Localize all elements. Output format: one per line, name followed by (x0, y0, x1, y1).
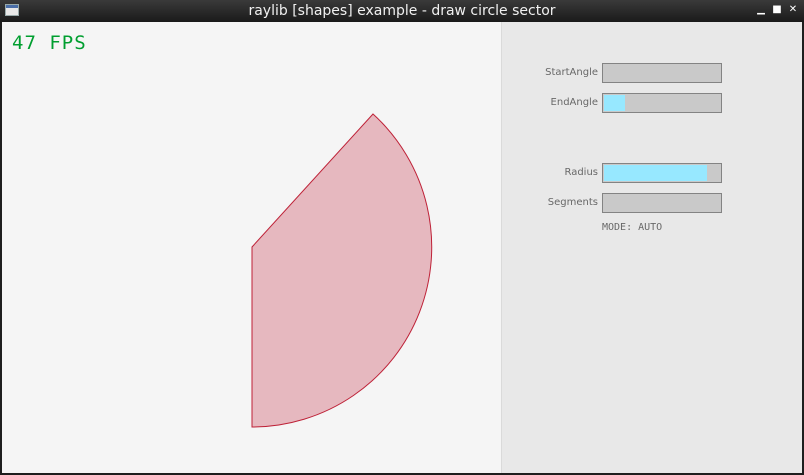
maximize-button[interactable]: ■ (770, 3, 784, 17)
radius-label: Radius (564, 167, 598, 178)
radius-slider[interactable] (602, 163, 722, 183)
window-title: raylib [shapes] example - draw circle se… (248, 3, 556, 19)
drawing-canvas: 47 FPS StartAngle EndAngle Radius Segmen… (2, 22, 802, 473)
mode-indicator: MODE: AUTO (602, 222, 663, 233)
circle-sector (251, 113, 433, 428)
start-angle-slider[interactable] (602, 63, 722, 83)
controls-panel: StartAngle EndAngle Radius Segments MODE… (501, 22, 802, 473)
app-window: raylib [shapes] example - draw circle se… (0, 0, 804, 475)
end-angle-slider[interactable] (602, 93, 722, 113)
close-button[interactable]: ✕ (786, 3, 800, 17)
start-angle-label: StartAngle (545, 67, 598, 78)
end-angle-label: EndAngle (550, 97, 598, 108)
radius-slider-fill (604, 165, 707, 181)
circle-sector-shape (251, 113, 433, 428)
minimize-button[interactable]: ▁ (754, 3, 768, 17)
segments-slider[interactable] (602, 193, 722, 213)
end-angle-slider-fill (604, 95, 625, 111)
segments-label: Segments (547, 197, 598, 208)
title-bar[interactable]: raylib [shapes] example - draw circle se… (0, 0, 804, 22)
